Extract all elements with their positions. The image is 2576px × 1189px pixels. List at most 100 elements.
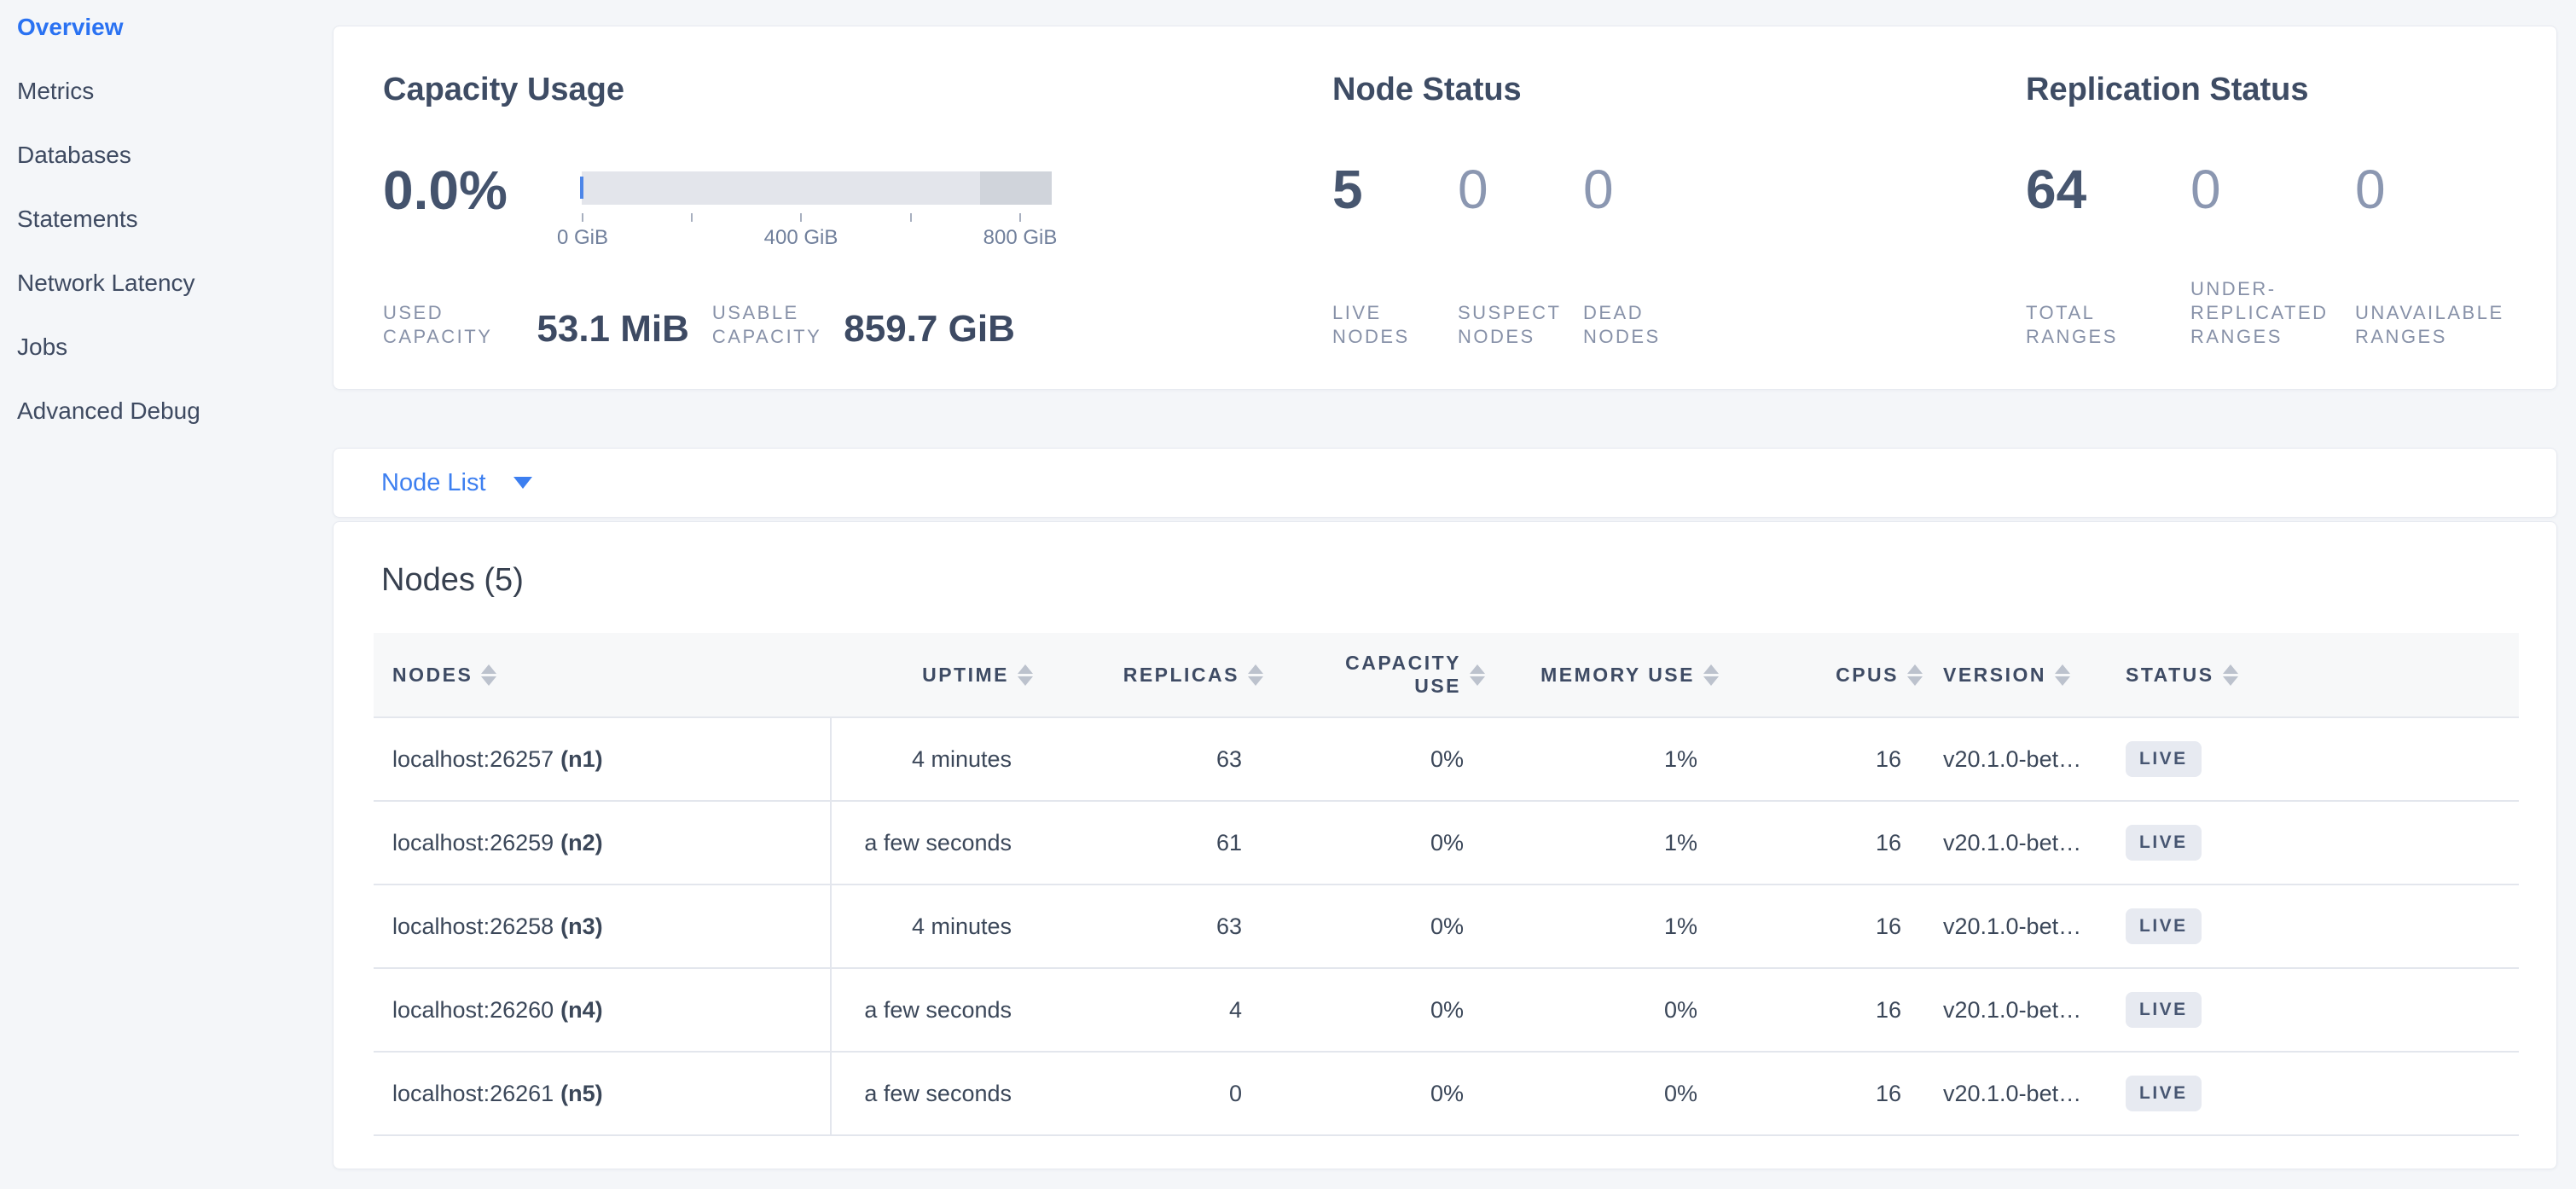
usable-capacity-value: 859.7 GiB (844, 310, 1015, 349)
used-capacity-label: USED CAPACITY (383, 301, 492, 349)
version-cell: v20.1.0-bet… (1923, 997, 2105, 1024)
node-list-dropdown[interactable]: Node List (334, 449, 2556, 517)
column-header-capacity-use[interactable]: CAPACITY USE (1263, 652, 1485, 698)
unavailable-ranges-stat: 0 UNAVAILABLE RANGES (2355, 161, 2543, 349)
dead-nodes-stat: 0 DEAD NODES (1583, 161, 1709, 349)
gauge-axis-label: 400 GiB (764, 226, 838, 250)
status-badge: LIVE (2126, 1076, 2202, 1111)
sidebar-item-network-latency[interactable]: Network Latency (17, 269, 195, 298)
version-cell: v20.1.0-bet… (1923, 746, 2105, 773)
sort-icon (1907, 664, 1923, 686)
node-address-cell[interactable]: localhost:26260(n4) (374, 997, 831, 1024)
status-badge: LIVE (2126, 908, 2202, 944)
capacity-gauge: 0 GiB 400 GiB 800 GiB (582, 171, 1052, 274)
sort-icon (481, 664, 496, 686)
status-badge: LIVE (2126, 992, 2202, 1028)
suspect-nodes-stat: 0 SUSPECT NODES (1458, 161, 1583, 349)
node-address-cell[interactable]: localhost:26259(n2) (374, 830, 831, 856)
node-status-stats: 5 LIVE NODES 0 SUSPECT NODES 0 (1332, 161, 1709, 349)
nodes-table-body: localhost:26257(n1) 4 minutes 63 0% 1% 1… (374, 718, 2519, 1136)
table-row-node-3[interactable]: localhost:26258(n3) 4 minutes 63 0% 1% 1… (374, 885, 2519, 969)
column-header-status[interactable]: STATUS (2105, 664, 2519, 687)
sidebar-item-jobs[interactable]: Jobs (17, 333, 67, 362)
replicas-cell: 63 (1033, 746, 1263, 773)
under-replicated-ranges-value: 0 (2190, 161, 2355, 218)
dead-nodes-label: DEAD NODES (1583, 301, 1709, 349)
nodes-table-header: NODES UPTIME REPLICAS CAPACITY USE (374, 633, 2519, 718)
capacity-usage-section: Capacity Usage 0.0% 0 GiB 400 GiB 800 Gi… (381, 26, 1328, 391)
usable-capacity-label: USABLE CAPACITY (712, 301, 821, 349)
gauge-tick (800, 213, 802, 222)
node-status-title: Node Status (1332, 71, 1522, 108)
gauge-axis-label: 800 GiB (983, 226, 1058, 250)
status-cell: LIVE (2105, 741, 2519, 777)
memory-use-cell: 1% (1485, 830, 1719, 856)
uptime-cell: a few seconds (831, 997, 1033, 1024)
column-header-replicas[interactable]: REPLICAS (1033, 664, 1263, 687)
cpus-cell: 16 (1719, 1081, 1923, 1107)
chevron-down-icon (513, 477, 532, 489)
memory-use-cell: 0% (1485, 997, 1719, 1024)
capacity-use-cell: 0% (1263, 914, 1485, 940)
total-ranges-stat: 64 TOTAL RANGES (2026, 161, 2190, 349)
cpus-cell: 16 (1719, 997, 1923, 1024)
sidebar-item-databases[interactable]: Databases (17, 141, 131, 170)
sort-icon (2223, 664, 2238, 686)
gauge-tick (582, 213, 583, 222)
status-cell: LIVE (2105, 825, 2519, 861)
capacity-use-cell: 0% (1263, 997, 1485, 1024)
replicas-cell: 61 (1033, 830, 1263, 856)
cpus-cell: 16 (1719, 914, 1923, 940)
column-header-version[interactable]: VERSION (1923, 664, 2105, 687)
live-nodes-value: 5 (1332, 161, 1458, 218)
sidebar-item-metrics[interactable]: Metrics (17, 77, 94, 106)
uptime-cell: 4 minutes (831, 746, 1033, 773)
table-row-node-1[interactable]: localhost:26257(n1) 4 minutes 63 0% 1% 1… (374, 718, 2519, 802)
memory-use-cell: 1% (1485, 746, 1719, 773)
capacity-usage-title: Capacity Usage (383, 71, 624, 108)
capacity-percent-value: 0.0% (383, 161, 508, 219)
uptime-cell: 4 minutes (831, 914, 1033, 940)
column-header-nodes[interactable]: NODES (374, 664, 831, 687)
status-badge: LIVE (2126, 825, 2202, 861)
memory-use-cell: 1% (1485, 914, 1719, 940)
sidebar-item-statements[interactable]: Statements (17, 205, 138, 234)
uptime-cell: a few seconds (831, 830, 1033, 856)
node-address-cell[interactable]: localhost:26261(n5) (374, 1081, 831, 1107)
under-replicated-ranges-label: UNDER- REPLICATED RANGES (2190, 277, 2355, 349)
live-nodes-label: LIVE NODES (1332, 301, 1458, 349)
node-address-cell[interactable]: localhost:26257(n1) (374, 746, 831, 773)
used-capacity-value: 53.1 MiB (537, 310, 689, 349)
uptime-cell: a few seconds (831, 1081, 1033, 1107)
total-ranges-value: 64 (2026, 161, 2190, 218)
cpus-cell: 16 (1719, 746, 1923, 773)
sort-icon (1018, 664, 1033, 686)
replicas-cell: 63 (1033, 914, 1263, 940)
replicas-cell: 4 (1033, 997, 1263, 1024)
column-divider (830, 718, 832, 1136)
column-header-uptime[interactable]: UPTIME (831, 664, 1033, 687)
version-cell: v20.1.0-bet… (1923, 830, 2105, 856)
table-row-node-4[interactable]: localhost:26260(n4) a few seconds 4 0% 0… (374, 969, 2519, 1053)
sidebar-item-overview[interactable]: Overview (17, 13, 124, 42)
replication-status-section: Replication Status 64 TOTAL RANGES 0 UND… (2024, 26, 2553, 391)
column-header-memory-use[interactable]: MEMORY USE (1485, 664, 1719, 687)
sidebar-item-advanced-debug[interactable]: Advanced Debug (17, 397, 200, 426)
capacity-gauge-bar (582, 171, 1052, 205)
table-row-node-5[interactable]: localhost:26261(n5) a few seconds 0 0% 0… (374, 1053, 2519, 1136)
sort-icon (1470, 664, 1485, 686)
nodes-table: NODES UPTIME REPLICAS CAPACITY USE (374, 633, 2519, 1136)
replicas-cell: 0 (1033, 1081, 1263, 1107)
suspect-nodes-label: SUSPECT NODES (1458, 301, 1583, 349)
node-address-cell[interactable]: localhost:26258(n3) (374, 914, 831, 940)
sidebar-nav: Overview Metrics Databases Statements Ne… (0, 0, 333, 1189)
cpus-cell: 16 (1719, 830, 1923, 856)
nodes-table-title: Nodes (5) (381, 561, 524, 599)
column-header-cpus[interactable]: CPUS (1719, 664, 1923, 687)
gauge-axis-label: 0 GiB (557, 226, 608, 250)
status-cell: LIVE (2105, 992, 2519, 1028)
table-row-node-2[interactable]: localhost:26259(n2) a few seconds 61 0% … (374, 802, 2519, 885)
version-cell: v20.1.0-bet… (1923, 914, 2105, 940)
status-cell: LIVE (2105, 1076, 2519, 1111)
replication-stats: 64 TOTAL RANGES 0 UNDER- REPLICATED RANG… (2026, 161, 2543, 349)
